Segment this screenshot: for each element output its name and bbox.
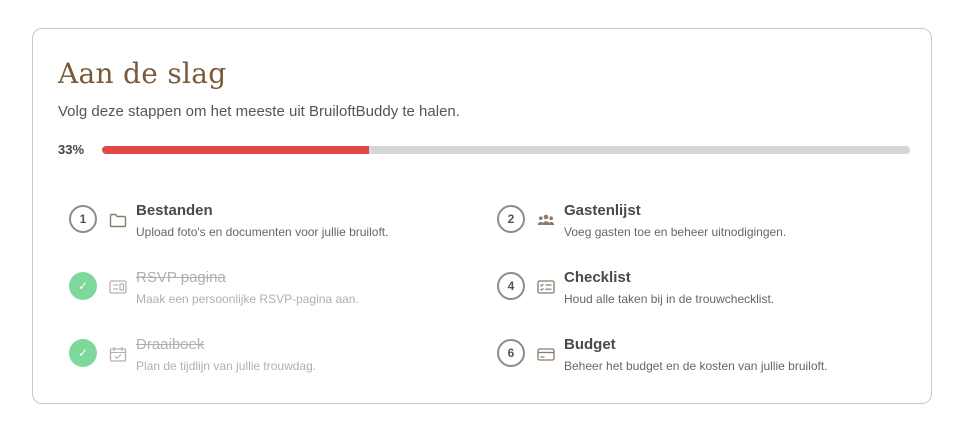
step-number-badge: 2 <box>497 205 525 233</box>
id-card-icon <box>109 278 127 296</box>
step-number-badge: 4 <box>497 272 525 300</box>
step-title: Draaiboek <box>136 336 205 353</box>
step-rsvp-pagina[interactable]: ✓ RSVP pagina Maak een persoonlijke RSVP… <box>69 269 479 319</box>
card-subtitle: Volg deze stappen om het meeste uit Brui… <box>58 103 460 120</box>
checkmark-badge: ✓ <box>69 339 97 367</box>
step-title: Bestanden <box>136 202 213 219</box>
step-number-badge: 1 <box>69 205 97 233</box>
credit-card-icon <box>537 345 555 363</box>
people-icon <box>537 211 555 229</box>
progress-percentage: 33% <box>58 142 85 157</box>
step-title: Budget <box>564 336 616 353</box>
progress-bar <box>102 146 910 154</box>
getting-started-card: Aan de slag Volg deze stappen om het mee… <box>32 28 932 404</box>
step-title: Checklist <box>564 269 631 286</box>
step-description: Houd alle taken bij in de trouwchecklist… <box>564 292 775 306</box>
progress-bar-fill <box>102 146 369 154</box>
step-description: Maak een persoonlijke RSVP-pagina aan. <box>136 292 359 306</box>
calendar-check-icon <box>109 345 127 363</box>
step-description: Beheer het budget en de kosten van julli… <box>564 359 828 373</box>
step-title: RSVP pagina <box>136 269 226 286</box>
step-description: Voeg gasten toe en beheer uitnodigingen. <box>564 225 787 239</box>
checkmark-badge: ✓ <box>69 272 97 300</box>
step-budget[interactable]: 6 Budget Beheer het budget en de kosten … <box>497 336 907 386</box>
card-title: Aan de slag <box>58 57 227 90</box>
step-description: Upload foto's en documenten voor jullie … <box>136 225 389 239</box>
checklist-icon <box>537 278 555 296</box>
step-title: Gastenlijst <box>564 202 641 219</box>
step-number-badge: 6 <box>497 339 525 367</box>
step-bestanden[interactable]: 1 Bestanden Upload foto's en documenten … <box>69 202 479 252</box>
folder-icon <box>109 211 127 229</box>
step-checklist[interactable]: 4 Checklist Houd alle taken bij in de tr… <box>497 269 907 319</box>
step-gastenlijst[interactable]: 2 Gastenlijst Voeg gasten toe en beheer … <box>497 202 907 252</box>
step-draaiboek[interactable]: ✓ Draaiboek Plan de tijdlijn van jullie … <box>69 336 479 386</box>
step-description: Plan de tijdlijn van jullie trouwdag. <box>136 359 317 373</box>
